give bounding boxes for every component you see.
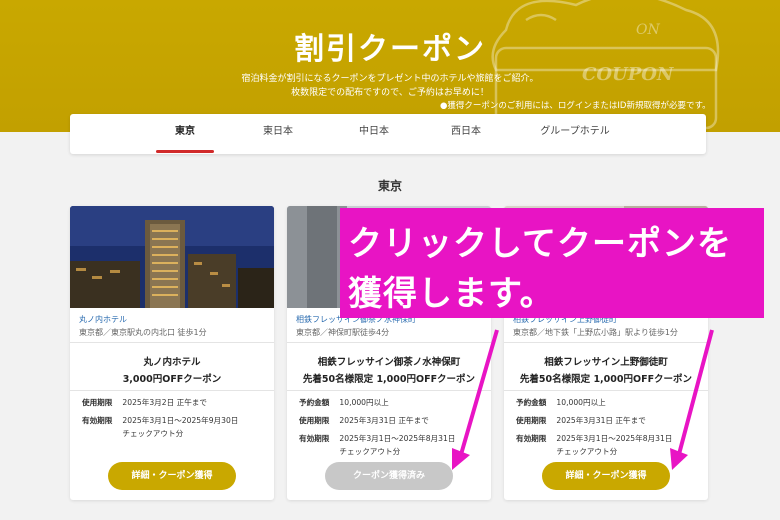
page-title: 割引クーポン xyxy=(294,32,486,67)
get-coupon-button[interactable]: 詳細・クーポン獲得 xyxy=(542,462,670,490)
row-label: 使用期限 xyxy=(299,416,330,425)
hero-description-2: 枚数限定での配布ですので、ご予約はお早めに！ xyxy=(291,88,489,98)
card-coupon-title-line2: 3,000円OFFクーポン xyxy=(122,374,222,385)
row-label: 使用期限 xyxy=(516,416,547,425)
divider xyxy=(287,342,491,343)
divider xyxy=(70,342,274,343)
row-value: 2025年3月1日〜2025年8月31日 チェックアウト分 xyxy=(339,434,456,456)
card-row-valid-period: 有効期限 2025年3月1日〜2025年8月31日 チェックアウト分 xyxy=(299,432,455,458)
card-row-min-amount: 予約金額 10,000円以上 xyxy=(516,396,606,409)
row-value: 2025年3月31日 正午まで xyxy=(339,416,429,425)
card-coupon-title: 相鉄フレッサイン上野御徒町 先着50名様限定 1,000円OFFクーポン xyxy=(504,354,708,388)
card-hotel-link[interactable]: 丸ノ内ホテル xyxy=(79,314,127,325)
row-value: 2025年3月2日 正午まで xyxy=(122,398,207,407)
region-tabs: 東京 東日本 中日本 西日本 グループホテル xyxy=(70,114,706,154)
section-title: 東京 xyxy=(377,179,402,193)
card-coupon-title: 相鉄フレッサイン御茶ノ水神保町 先着50名様限定 1,000円OFFクーポン xyxy=(287,354,491,388)
divider xyxy=(504,390,708,391)
card-row-usage-deadline: 使用期限 2025年3月2日 正午まで xyxy=(82,396,207,409)
card-coupon-title-line2: 先着50名様限定 1,000円OFFクーポン xyxy=(302,374,476,385)
card-coupon-title-line1: 丸ノ内ホテル xyxy=(143,357,201,368)
row-label: 有効期限 xyxy=(82,416,113,425)
active-tab-indicator xyxy=(156,150,214,153)
card-coupon-title-line2: 先着50名様限定 1,000円OFFクーポン xyxy=(519,374,693,385)
row-label: 予約金額 xyxy=(516,398,547,407)
card-row-usage-deadline: 使用期限 2025年3月31日 正午まで xyxy=(299,414,429,427)
annotation-callout: クリックしてクーポンを 獲得します。 xyxy=(340,208,764,318)
row-label: 有効期限 xyxy=(516,434,547,443)
card-location: 東京都／東京駅丸の内北口 徒歩1分 xyxy=(79,328,207,337)
tab-central-japan[interactable]: 中日本 xyxy=(342,114,406,154)
coupon-card: 丸ノ内ホテル 東京都／東京駅丸の内北口 徒歩1分 丸ノ内ホテル 3,000円OF… xyxy=(70,206,274,500)
coupon-acquired-button: クーポン獲得済み xyxy=(325,462,453,490)
card-row-min-amount: 予約金額 10,000円以上 xyxy=(299,396,389,409)
hero-banner: ON COUPON 割引クーポン 宿泊料金が割引になるクーポンをプレゼント中のホ… xyxy=(0,0,780,132)
hero-login-note: ●獲得クーポンのご利用には、ログインまたはID新規取得が必要です。 xyxy=(440,101,711,111)
tab-east-japan[interactable]: 東日本 xyxy=(246,114,310,154)
tab-west-japan[interactable]: 西日本 xyxy=(434,114,498,154)
divider xyxy=(287,390,491,391)
row-label: 使用期限 xyxy=(82,398,113,407)
row-value: 10,000円以上 xyxy=(339,398,389,407)
row-value: 2025年3月1日〜2025年8月31日 チェックアウト分 xyxy=(556,434,673,456)
row-label: 予約金額 xyxy=(299,398,330,407)
card-location: 東京都／神保町駅徒歩4分 xyxy=(296,328,390,337)
divider xyxy=(504,342,708,343)
card-coupon-title-line1: 相鉄フレッサイン上野御徒町 xyxy=(544,357,668,368)
get-coupon-button[interactable]: 詳細・クーポン獲得 xyxy=(108,462,236,490)
card-row-usage-deadline: 使用期限 2025年3月31日 正午まで xyxy=(516,414,646,427)
hero-description-1: 宿泊料金が割引になるクーポンをプレゼント中のホテルや旅館をご紹介。 xyxy=(241,74,539,84)
row-label: 有効期限 xyxy=(299,434,330,443)
tab-group-hotels[interactable]: グループホテル xyxy=(530,114,620,154)
card-location: 東京都／地下鉄「上野広小路」駅より徒歩1分 xyxy=(513,328,678,337)
row-value: 10,000円以上 xyxy=(556,398,606,407)
card-row-valid-period: 有効期限 2025年3月1日〜2025年9月30日 チェックアウト分 xyxy=(82,414,238,440)
divider xyxy=(70,390,274,391)
annotation-line1: クリックしてクーポンを xyxy=(348,224,732,264)
row-value: 2025年3月31日 正午まで xyxy=(556,416,646,425)
tab-tokyo[interactable]: 東京 xyxy=(156,114,214,154)
row-value: 2025年3月1日〜2025年9月30日 チェックアウト分 xyxy=(122,416,239,438)
annotation-line2: 獲得します。 xyxy=(348,274,555,314)
card-coupon-title-line1: 相鉄フレッサイン御茶ノ水神保町 xyxy=(317,357,461,368)
card-coupon-title: 丸ノ内ホテル 3,000円OFFクーポン xyxy=(70,354,274,388)
card-row-valid-period: 有効期限 2025年3月1日〜2025年8月31日 チェックアウト分 xyxy=(516,432,672,458)
hotel-photo xyxy=(70,206,274,308)
